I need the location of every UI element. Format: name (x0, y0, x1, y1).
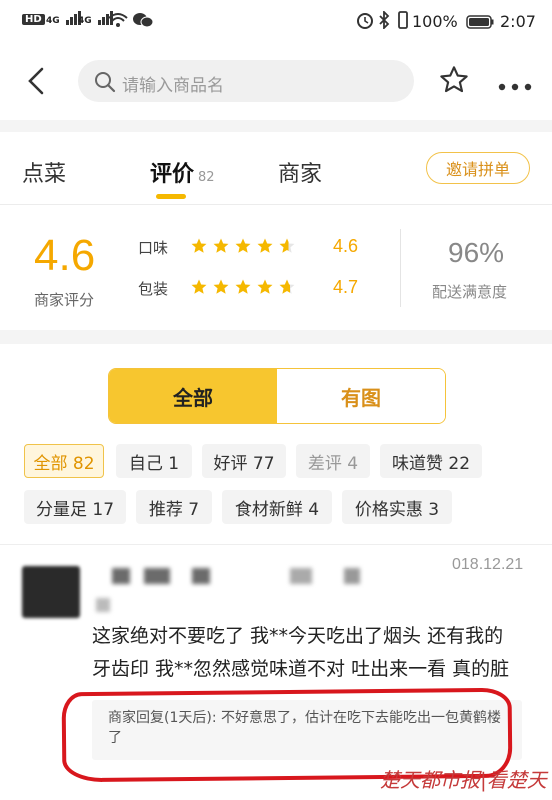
filter-chip-all[interactable]: 全部 82 (24, 444, 104, 478)
segment-all[interactable]: 全部 (109, 369, 277, 423)
tab-reviews-count: 82 (198, 170, 215, 185)
filter-chip-recommend[interactable]: 推荐 7 (136, 490, 212, 524)
top-nav: 请输入商品名 (0, 44, 552, 120)
search-placeholder: 请输入商品名 (122, 76, 224, 96)
packaging-stars (190, 278, 300, 300)
watermark: 楚天都市报|看楚天 (380, 768, 547, 792)
blurred-username (112, 568, 130, 584)
review-line: 牙齿印 我**忽然感觉味道不对 吐出来一看 真的脏 (92, 658, 510, 680)
filter-chip-positive[interactable]: 好评 77 (202, 444, 286, 478)
separator-band (0, 120, 552, 132)
filter-chip-good-price[interactable]: 价格实惠 3 (342, 490, 452, 524)
star-icon (234, 237, 252, 255)
star-icon (234, 278, 252, 296)
search-icon (94, 71, 116, 97)
packaging-label: 包装 (138, 280, 169, 298)
taste-stars (190, 237, 300, 259)
merchant-score: 4.6 (34, 231, 96, 280)
battery-percent: 100% (412, 12, 458, 31)
filter-chip-tasty[interactable]: 味道赞 22 (380, 444, 482, 478)
star-icon (212, 237, 230, 255)
filter-chip-negative[interactable]: 差评 4 (296, 444, 370, 478)
blurred-username (144, 568, 170, 584)
packaging-value: 4.7 (333, 277, 359, 297)
blurred-rating (96, 598, 110, 612)
favorite-star-icon[interactable] (438, 64, 470, 100)
star-icon (278, 278, 296, 296)
rating-divider (400, 229, 401, 307)
review-type-switch: 全部 有图 (108, 368, 446, 424)
tab-reviews-label: 评价 (150, 162, 195, 187)
more-options-icon[interactable] (498, 76, 534, 95)
blurred-username (290, 568, 312, 584)
tab-bar: 点菜 评价 82 商家 邀请拼单 (0, 132, 552, 205)
search-input[interactable]: 请输入商品名 (78, 60, 414, 102)
star-icon (256, 237, 274, 255)
active-tab-indicator (156, 194, 186, 199)
back-arrow-icon[interactable] (24, 66, 46, 100)
delivery-satisfaction-percent: 96% (448, 237, 505, 268)
delivery-satisfaction-label: 配送满意度 (432, 283, 508, 301)
filter-chip-big-portion[interactable]: 分量足 17 (24, 490, 126, 524)
segment-with-pictures[interactable]: 有图 (277, 369, 445, 423)
alarm-icon (356, 11, 374, 33)
battery-icon (466, 14, 494, 33)
network-label-2: 4G (78, 16, 92, 26)
list-divider (0, 544, 552, 545)
star-icon (256, 278, 274, 296)
blurred-username (344, 568, 360, 584)
star-icon (190, 237, 208, 255)
wechat-icon (132, 11, 154, 33)
tab-order[interactable]: 点菜 (22, 156, 66, 188)
network-label: 4G (46, 16, 60, 26)
status-bar: HD 4G 4G 100% 2:07 (0, 0, 552, 44)
review-line: 这家绝对不要吃了 我**今天吃出了烟头 还有我的 (92, 625, 504, 647)
clock: 2:07 (500, 12, 536, 31)
review-date: 018.12.21 (452, 556, 524, 573)
bluetooth-icon (378, 9, 390, 33)
taste-label: 口味 (138, 239, 169, 257)
invite-group-order-button[interactable]: 邀请拼单 (426, 152, 530, 184)
star-icon (278, 237, 296, 255)
tab-reviews[interactable]: 评价 82 (150, 156, 215, 188)
vibrate-icon (396, 11, 410, 33)
star-icon (190, 278, 208, 296)
filter-chip-fresh[interactable]: 食材新鲜 4 (222, 490, 332, 524)
tab-merchant[interactable]: 商家 (278, 156, 322, 188)
review-body: 这家绝对不要吃了 我**今天吃出了烟头 还有我的 牙齿印 我**忽然感觉味道不对… (92, 620, 542, 686)
blurred-username (192, 568, 210, 584)
taste-value: 4.6 (333, 236, 359, 256)
filter-chip-self[interactable]: 自己 1 (116, 444, 192, 478)
hd-badge: HD (22, 14, 45, 25)
star-icon (212, 278, 230, 296)
separator-band-2 (0, 330, 552, 344)
rating-summary: 4.6 商家评分 口味 4.6 包装 4.7 96% 配送满意度 (0, 205, 552, 330)
wifi-icon (108, 12, 128, 32)
merchant-score-label: 商家评分 (34, 291, 95, 309)
avatar[interactable] (22, 566, 80, 618)
